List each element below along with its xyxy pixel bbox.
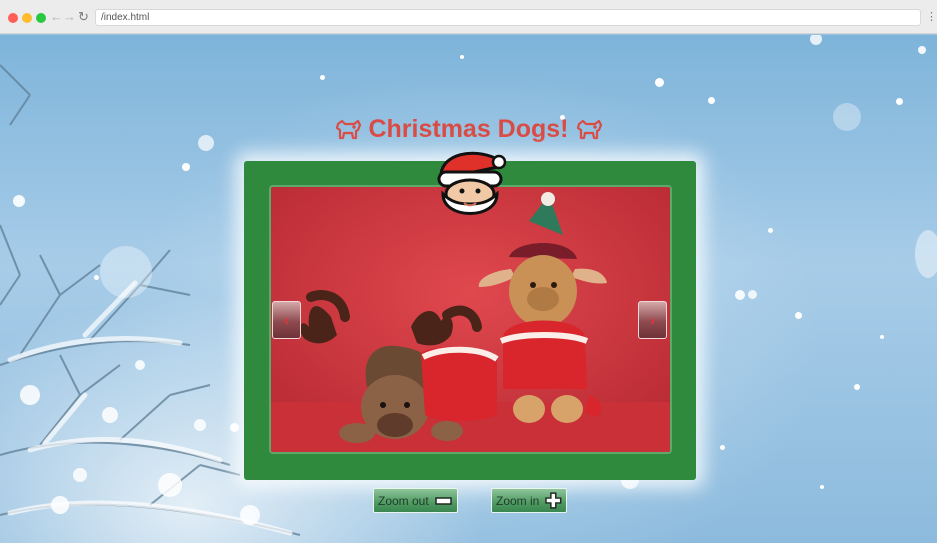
forward-arrow-icon[interactable]: → [63,9,76,25]
zoom-out-label: Zoom out [378,493,429,508]
minimize-window-button[interactable] [22,13,32,23]
title-text: Christmas Dogs! [368,115,569,143]
dog-photo [269,185,672,454]
minus-icon [434,496,452,505]
maximize-window-button[interactable] [36,13,46,23]
page-title: Christmas Dogs! [0,115,937,144]
next-image-button[interactable]: › [638,301,667,339]
zoom-in-label: Zoom in [496,493,540,508]
previous-image-button[interactable]: ‹ [272,301,301,339]
reload-icon[interactable]: ↻ [78,9,89,25]
santa-icon [437,151,507,215]
page-background: Christmas Dogs! ‹ › Zoom out Zoom in [0,35,937,543]
browser-toolbar: ← → ↻ /index.html ⋮ [0,0,937,34]
dogs-in-costumes-image [271,187,670,452]
back-arrow-icon[interactable]: ← [50,9,63,25]
kebab-menu-icon[interactable]: ⋮ [926,10,937,24]
address-bar[interactable]: /index.html [95,9,921,26]
plus-icon [545,492,562,509]
zoom-in-button[interactable]: Zoom in [491,488,567,513]
dog-icon [576,120,602,140]
close-window-button[interactable] [8,13,18,23]
dog-icon [336,120,362,140]
zoom-out-button[interactable]: Zoom out [373,488,458,513]
